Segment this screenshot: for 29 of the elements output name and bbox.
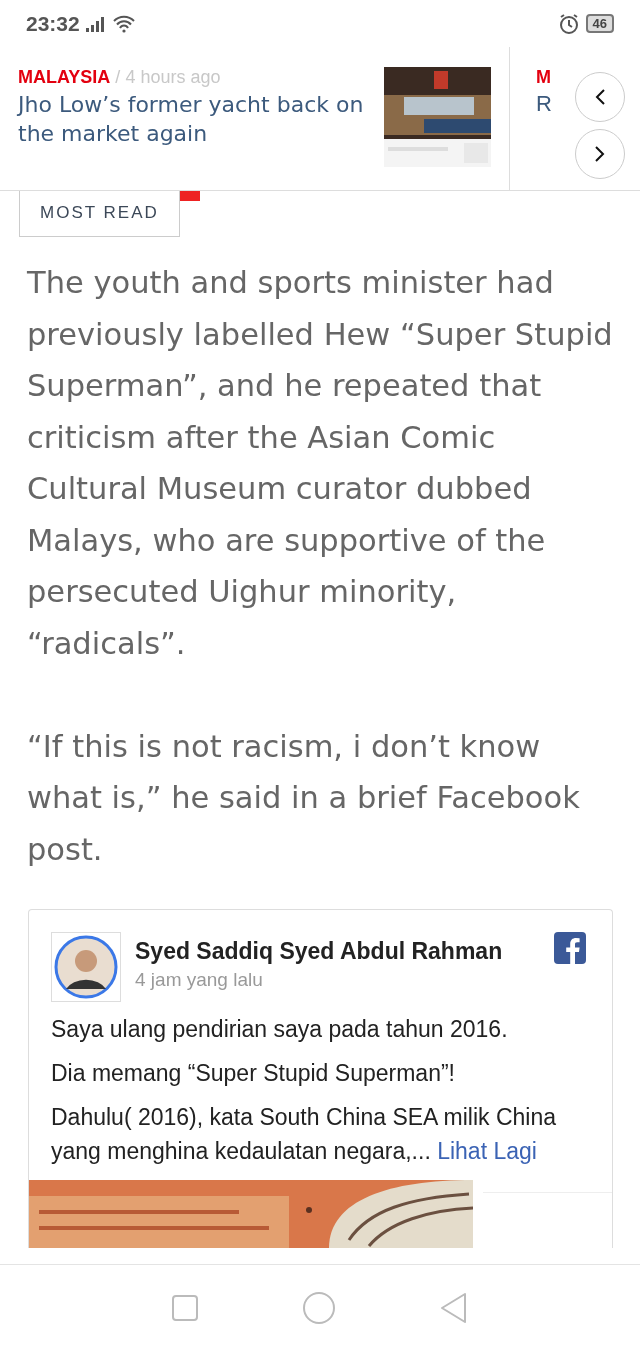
avatar-icon <box>51 932 121 1002</box>
separator: / <box>115 67 121 88</box>
post-text: Dia memang “Super Stupid Superman”! <box>51 1059 456 1088</box>
chevron-left-icon <box>594 88 606 106</box>
banner-fragment <box>179 191 200 201</box>
signal-icon <box>85 15 106 32</box>
see-more-link[interactable]: Lihat Lagi <box>437 1138 537 1164</box>
most-read-tab[interactable]: MOST READ <box>19 191 180 237</box>
post-author[interactable]: Syed Saddiq Syed Abdul Rahman <box>135 938 540 965</box>
back-icon[interactable] <box>438 1292 469 1324</box>
wifi-icon <box>111 14 136 33</box>
post-text: Saya ulang pendirian saya pada tahun 2016. <box>51 1015 509 1044</box>
story-headline[interactable]: Jho Low’s former yacht back on the market again <box>18 90 378 148</box>
story-category[interactable]: M <box>536 67 551 88</box>
previous-button[interactable] <box>575 72 625 122</box>
facebook-icon[interactable] <box>554 932 586 964</box>
battery-indicator: 46 <box>585 14 614 33</box>
post-time: 4 jam yang lalu <box>135 969 264 991</box>
story-headline[interactable]: R <box>536 90 552 118</box>
post-text: Dahulu( 2016), kata South China SEA milik China yang menghina kedaulatan negara,... Lihat Lagi <box>51 1103 557 1166</box>
article-paragraph: The youth and sports minister had previously labelled Hew “Super Stupid Superman”, and he repeated that criticism after the Asian Comic Cultural Museum curator dubbed Malays, who are supportive of the persecuted Uighur minority, “radicals”. <box>27 264 614 663</box>
chevron-right-icon <box>594 145 606 163</box>
next-button[interactable] <box>575 129 625 179</box>
story-category[interactable]: MALAYSIA <box>18 67 111 88</box>
recent-apps-icon[interactable] <box>171 1294 200 1322</box>
alarm-icon <box>557 12 580 35</box>
article-paragraph: “If this is not racism, i don’t know what is,” he said in a brief Facebook post. <box>27 727 581 869</box>
home-icon[interactable] <box>302 1291 336 1325</box>
status-time: 23:32 <box>26 11 80 36</box>
